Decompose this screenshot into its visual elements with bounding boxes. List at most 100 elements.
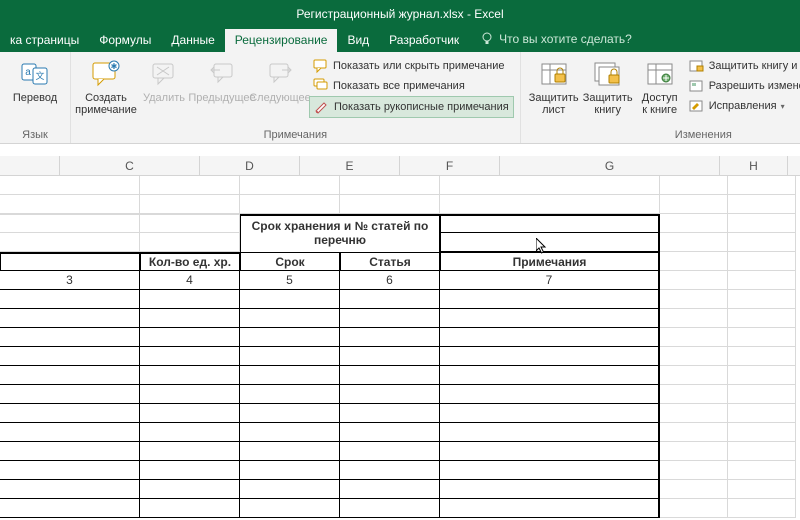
cell[interactable] <box>240 461 340 480</box>
translate-button[interactable]: a文 Перевод <box>6 54 64 104</box>
cell[interactable] <box>660 271 728 290</box>
cell[interactable] <box>660 423 728 442</box>
tab-review[interactable]: Рецензирование <box>225 29 338 52</box>
cell[interactable] <box>728 195 796 214</box>
cell[interactable] <box>660 499 728 518</box>
cell[interactable] <box>140 233 240 252</box>
cell[interactable] <box>240 423 340 442</box>
cell[interactable] <box>140 347 240 366</box>
cell[interactable] <box>0 404 140 423</box>
worksheet-area[interactable]: CDEFGHI головок делаКол-во ед. хр.СрокСт… <box>0 144 800 520</box>
cell[interactable] <box>0 328 140 347</box>
tab-developer[interactable]: Разработчик <box>379 29 469 52</box>
cell[interactable] <box>440 442 660 461</box>
new-comment-button[interactable]: ✱ Создать примечание <box>77 54 135 116</box>
protect-sheet-button[interactable]: Защитить лист <box>527 54 581 116</box>
cell[interactable] <box>240 347 340 366</box>
cell[interactable] <box>728 233 796 252</box>
show-all-comments-button[interactable]: Показать все примечания <box>309 76 514 96</box>
merged-header[interactable]: Срок хранения и № статей по перечню <box>240 214 440 252</box>
cell[interactable] <box>660 480 728 499</box>
cell[interactable] <box>660 176 728 195</box>
cell[interactable]: Срок <box>240 252 340 271</box>
cell[interactable]: Кол-во ед. хр. <box>140 252 240 271</box>
cell[interactable] <box>440 461 660 480</box>
cell[interactable] <box>140 499 240 518</box>
cell[interactable] <box>0 499 140 518</box>
cell[interactable] <box>440 366 660 385</box>
share-workbook-button[interactable]: Доступ к книге <box>635 54 685 116</box>
cell[interactable] <box>728 347 796 366</box>
tab-data[interactable]: Данные <box>161 29 224 52</box>
cell[interactable] <box>240 404 340 423</box>
tab-view[interactable]: Вид <box>337 29 379 52</box>
cell[interactable] <box>340 328 440 347</box>
cell[interactable] <box>728 366 796 385</box>
cell-grid[interactable]: головок делаКол-во ед. хр.СрокСтатьяПрим… <box>0 176 796 518</box>
cell[interactable] <box>340 176 440 195</box>
cell[interactable]: 7 <box>440 271 660 290</box>
cell[interactable] <box>0 366 140 385</box>
cell[interactable]: 5 <box>240 271 340 290</box>
show-hide-comment-button[interactable]: Показать или скрыть примечание <box>309 56 514 76</box>
tell-me[interactable]: Что вы хотите сделать? <box>469 27 642 52</box>
cell[interactable] <box>728 385 796 404</box>
cell[interactable] <box>340 366 440 385</box>
cell[interactable] <box>728 271 796 290</box>
cell[interactable] <box>728 480 796 499</box>
cell[interactable] <box>728 290 796 309</box>
col-head-G[interactable]: G <box>500 156 720 176</box>
cell[interactable] <box>240 328 340 347</box>
cell[interactable] <box>440 195 660 214</box>
cell[interactable] <box>728 309 796 328</box>
col-head-D[interactable]: D <box>200 156 300 176</box>
cell[interactable] <box>240 176 340 195</box>
cell[interactable] <box>0 214 140 233</box>
cell[interactable] <box>728 423 796 442</box>
cell[interactable] <box>728 442 796 461</box>
delete-comment-button[interactable]: Удалить <box>135 54 193 104</box>
cell[interactable] <box>440 347 660 366</box>
cell[interactable] <box>340 480 440 499</box>
protect-workbook-button[interactable]: Защитить книгу <box>581 54 635 116</box>
cell[interactable] <box>140 442 240 461</box>
col-head-partial[interactable] <box>0 156 60 176</box>
cell[interactable] <box>728 214 796 233</box>
cell[interactable] <box>440 499 660 518</box>
cell[interactable]: Статья <box>340 252 440 271</box>
cell[interactable] <box>140 366 240 385</box>
cell[interactable] <box>440 385 660 404</box>
cell[interactable] <box>140 385 240 404</box>
cell[interactable] <box>660 461 728 480</box>
cell[interactable] <box>728 461 796 480</box>
cell[interactable] <box>140 480 240 499</box>
col-head-F[interactable]: F <box>400 156 500 176</box>
cell[interactable] <box>0 347 140 366</box>
cell[interactable] <box>340 309 440 328</box>
cell[interactable] <box>660 328 728 347</box>
cell[interactable] <box>240 290 340 309</box>
cell[interactable] <box>140 176 240 195</box>
cell[interactable]: 4 <box>140 271 240 290</box>
cell[interactable] <box>340 423 440 442</box>
next-comment-button[interactable]: Следующее <box>251 54 309 104</box>
cell[interactable] <box>340 290 440 309</box>
cell[interactable] <box>140 309 240 328</box>
cell[interactable] <box>340 404 440 423</box>
cell[interactable] <box>440 423 660 442</box>
col-head-C[interactable]: C <box>60 156 200 176</box>
tab-formulas[interactable]: Формулы <box>89 29 161 52</box>
prev-comment-button[interactable]: Предыдущее <box>193 54 251 104</box>
allow-ranges-button[interactable]: Разрешить изменение диапазон <box>685 76 800 96</box>
cell[interactable] <box>340 442 440 461</box>
cell[interactable] <box>240 385 340 404</box>
cell[interactable] <box>660 309 728 328</box>
cell[interactable] <box>660 214 728 233</box>
cell[interactable] <box>728 252 796 271</box>
cell[interactable] <box>0 290 140 309</box>
cell[interactable] <box>0 385 140 404</box>
cell[interactable] <box>240 499 340 518</box>
cell[interactable] <box>728 328 796 347</box>
cell[interactable] <box>240 480 340 499</box>
cell[interactable] <box>0 233 140 252</box>
